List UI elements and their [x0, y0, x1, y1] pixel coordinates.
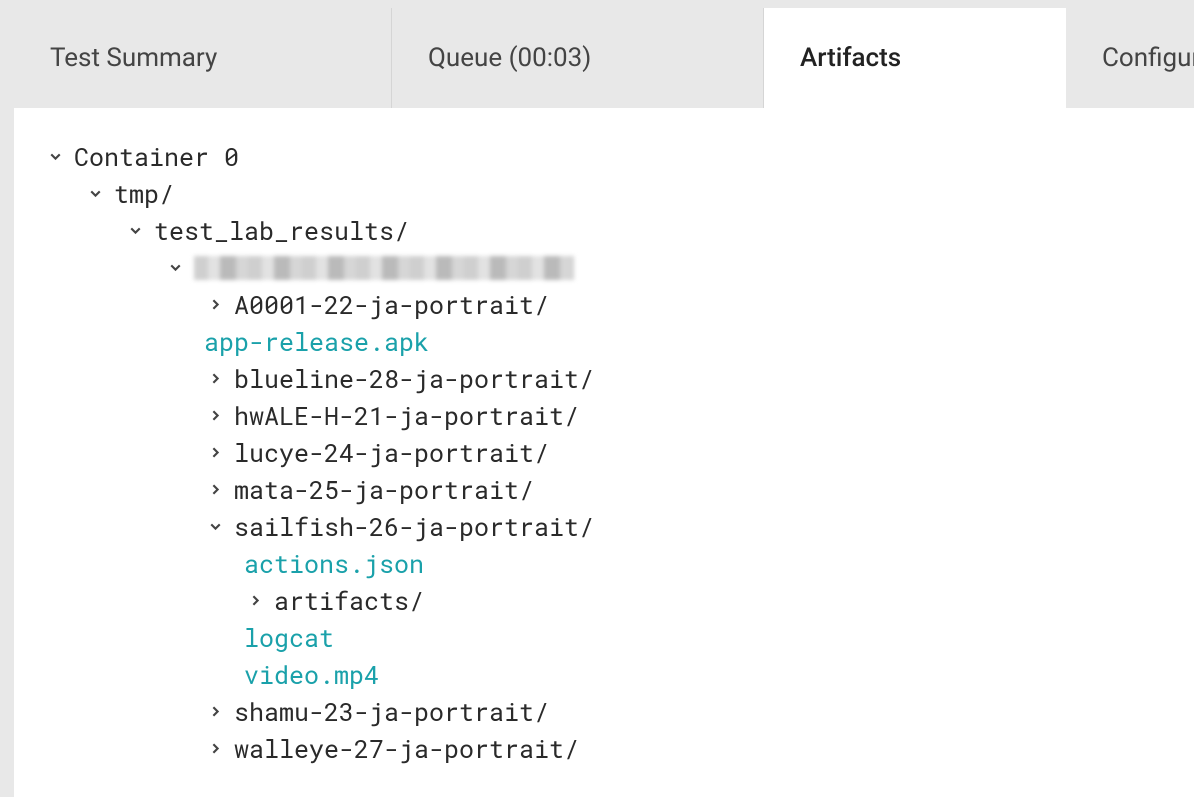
folder-label: shamu-23-ja-portrait/	[230, 693, 549, 730]
tree-node-walleye[interactable]: walleye-27-ja-portrait/	[40, 730, 1168, 767]
tree-node-mata[interactable]: mata-25-ja-portrait/	[40, 471, 1168, 508]
folder-label: lucye-24-ja-portrait/	[230, 434, 549, 471]
tree-node-redacted[interactable]	[40, 249, 1168, 286]
folder-label: artifacts/	[270, 582, 424, 619]
tree-file-actions[interactable]: actions.json	[40, 545, 1168, 582]
chevron-right-icon	[200, 407, 230, 424]
tab-label: Artifacts	[800, 43, 901, 73]
tree-file-apk[interactable]: app-release.apk	[40, 323, 1168, 360]
tree-node-container[interactable]: Container 0	[40, 138, 1168, 175]
chevron-right-icon	[200, 740, 230, 757]
chevron-down-icon	[160, 259, 190, 276]
chevron-down-icon	[120, 222, 150, 239]
tree-file-video[interactable]: video.mp4	[40, 656, 1168, 693]
tree-node-shamu[interactable]: shamu-23-ja-portrait/	[40, 693, 1168, 730]
folder-label: sailfish-26-ja-portrait/	[230, 508, 594, 545]
chevron-right-icon	[200, 703, 230, 720]
tree-node-tmp[interactable]: tmp/	[40, 175, 1168, 212]
artifacts-panel: Container 0 tmp/ test_lab_results/ A0001…	[14, 108, 1194, 797]
folder-label: blueline-28-ja-portrait/	[230, 360, 594, 397]
chevron-right-icon	[200, 370, 230, 387]
folder-label: walleye-27-ja-portrait/	[230, 730, 579, 767]
tree-node-blueline[interactable]: blueline-28-ja-portrait/	[40, 360, 1168, 397]
folder-label: Container 0	[70, 138, 239, 175]
tab-label: Queue (00:03)	[428, 43, 591, 73]
folder-label: test_lab_results/	[150, 212, 409, 249]
file-link[interactable]: video.mp4	[240, 656, 379, 693]
tree-node-a0001[interactable]: A0001-22-ja-portrait/	[40, 286, 1168, 323]
tree-node-sailfish[interactable]: sailfish-26-ja-portrait/	[40, 508, 1168, 545]
tab-queue[interactable]: Queue (00:03)	[392, 8, 764, 108]
tree-node-test-lab-results[interactable]: test_lab_results/	[40, 212, 1168, 249]
folder-label: tmp/	[110, 175, 174, 212]
tab-label: Test Summary	[50, 43, 217, 73]
file-link[interactable]: logcat	[240, 619, 334, 656]
folder-label: A0001-22-ja-portrait/	[230, 286, 549, 323]
tab-configuration[interactable]: Configur	[1066, 8, 1194, 108]
chevron-right-icon	[240, 592, 270, 609]
folder-label: hwALE-H-21-ja-portrait/	[230, 397, 579, 434]
chevron-right-icon	[200, 444, 230, 461]
chevron-down-icon	[200, 518, 230, 535]
file-link[interactable]: app-release.apk	[200, 323, 429, 360]
folder-label: mata-25-ja-portrait/	[230, 471, 534, 508]
tree-node-lucye[interactable]: lucye-24-ja-portrait/	[40, 434, 1168, 471]
tab-artifacts[interactable]: Artifacts	[764, 8, 1066, 108]
redacted-label	[194, 256, 574, 280]
tree-file-logcat[interactable]: logcat	[40, 619, 1168, 656]
chevron-right-icon	[200, 481, 230, 498]
tree-node-hwale[interactable]: hwALE-H-21-ja-portrait/	[40, 397, 1168, 434]
file-link[interactable]: actions.json	[240, 545, 424, 582]
tab-test-summary[interactable]: Test Summary	[14, 8, 392, 108]
chevron-right-icon	[200, 296, 230, 313]
tree-node-artifacts-dir[interactable]: artifacts/	[40, 582, 1168, 619]
tab-label: Configur	[1102, 43, 1194, 73]
chevron-down-icon	[80, 185, 110, 202]
chevron-down-icon	[40, 148, 70, 165]
tab-bar: Test Summary Queue (00:03) Artifacts Con…	[14, 8, 1194, 108]
